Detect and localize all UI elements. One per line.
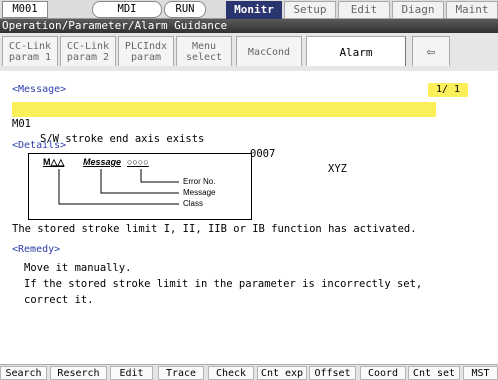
remedy-section-title: <Remedy>: [12, 244, 61, 255]
remedy-line-2: If the stored stroke limit in the parame…: [24, 278, 423, 290]
fkey-mst[interactable]: MST: [463, 366, 498, 380]
remedy-line-3: correct it.: [24, 294, 94, 306]
alarm-number: 0007: [250, 148, 276, 160]
fkey-search[interactable]: Search: [0, 366, 47, 380]
tab-plcindx-param[interactable]: PLCIndx param: [118, 36, 174, 66]
page-indicator: 1/ 1: [428, 83, 468, 97]
details-description: The stored stroke limit I, II, IIB or IB…: [12, 223, 417, 235]
fkey-reserch[interactable]: Reserch: [50, 366, 107, 380]
fkey-edit[interactable]: Edit: [110, 366, 153, 380]
fkey-cnt-set[interactable]: Cnt set: [408, 366, 460, 380]
remedy-line-1: Move it manually.: [24, 262, 132, 274]
fkey-trace[interactable]: Trace: [158, 366, 204, 380]
fkey-check[interactable]: Check: [208, 366, 254, 380]
tab-maint[interactable]: Maint: [446, 1, 498, 19]
label-error-no: Error No.: [183, 177, 216, 186]
parameter-tab-strip: CC-Link param 1 CC-Link param 2 PLCIndx …: [0, 33, 498, 71]
tab-edit[interactable]: Edit: [338, 1, 390, 19]
tab-cc-link-param-1[interactable]: CC-Link param 1: [2, 36, 58, 66]
screen-title: Operation/Parameter/Alarm Guidance: [0, 19, 498, 33]
alarm-message-row[interactable]: M01 S/W stroke end axis exists 0007 XYZ: [12, 102, 436, 175]
tab-maccond[interactable]: MacCond: [236, 36, 302, 66]
fkey-cnt-exp[interactable]: Cnt exp: [257, 366, 307, 380]
tab-cc-link-param-2[interactable]: CC-Link param 2: [60, 36, 116, 66]
tab-alarm[interactable]: Alarm: [306, 36, 406, 66]
label-message: Message: [183, 188, 216, 197]
top-status-bar: M001 MDI RUN Monitr Setup Edit Diagn Mai…: [0, 0, 498, 19]
alarm-code: M01: [12, 118, 31, 130]
fkey-offset[interactable]: Offset: [309, 366, 356, 380]
tab-diagn[interactable]: Diagn: [392, 1, 444, 19]
diagram-leader-lines: [58, 169, 179, 205]
details-section-title: <Details>: [12, 140, 67, 151]
mode-indicator: MDI: [92, 1, 162, 18]
back-arrow-icon[interactable]: ⇦: [412, 36, 450, 66]
message-format-diagram: M△△ Message ○○○○ Error No. Message Class: [28, 153, 252, 220]
message-section-title: <Message>: [12, 84, 67, 95]
tab-setup[interactable]: Setup: [284, 1, 336, 19]
run-indicator: RUN: [164, 1, 206, 18]
screen-id: M001: [2, 1, 48, 18]
tab-monitr[interactable]: Monitr: [226, 1, 282, 19]
alarm-axes: XYZ: [328, 163, 347, 175]
label-class: Class: [183, 199, 204, 208]
fkey-coord[interactable]: Coord: [360, 366, 406, 380]
function-key-bar: Search Reserch Edit Trace Check Cnt exp …: [0, 364, 498, 380]
tab-menu-select[interactable]: Menu select: [176, 36, 232, 66]
